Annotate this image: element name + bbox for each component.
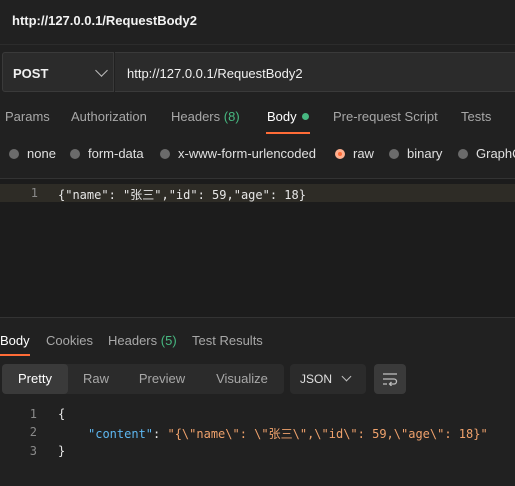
tab-body[interactable]: Body xyxy=(267,109,309,124)
method-select[interactable]: POST xyxy=(2,52,114,92)
format-select[interactable]: JSON xyxy=(290,364,366,394)
radio-label: form-data xyxy=(88,146,144,161)
json-key: "content" xyxy=(88,427,154,441)
radio-selected-icon xyxy=(335,148,345,159)
json-open-brace: { xyxy=(58,407,66,421)
url-input[interactable]: http://127.0.0.1/RequestBody2 xyxy=(115,52,515,92)
request-body-editor[interactable]: 1 {"name": "张三","id": 59,"age": 18} xyxy=(0,178,515,318)
headers-count: (8) xyxy=(223,109,240,124)
view-preview-button[interactable]: Preview xyxy=(124,364,200,394)
radio-label: binary xyxy=(407,146,443,161)
response-tab-test-results[interactable]: Test Results xyxy=(192,333,263,348)
wrap-lines-button[interactable] xyxy=(374,364,406,394)
radio-circle-icon xyxy=(458,148,468,159)
radio-none[interactable]: none xyxy=(9,146,56,161)
request-body-code[interactable]: {"name": "张三","id": 59,"age": 18} xyxy=(58,186,306,203)
modified-dot-icon xyxy=(301,113,309,121)
radio-urlencoded[interactable]: x-www-form-urlencoded xyxy=(160,146,316,161)
method-label: POST xyxy=(13,66,49,81)
radio-label: none xyxy=(27,146,56,161)
radio-form-data[interactable]: form-data xyxy=(70,146,144,161)
request-tab-title[interactable]: http://127.0.0.1/RequestBody2 xyxy=(12,13,197,28)
json-line: "content": "{\"name\": \"张三\",\"id\": 59… xyxy=(88,425,488,442)
response-headers-count: (5) xyxy=(160,333,177,348)
radio-label: x-www-form-urlencoded xyxy=(178,146,316,161)
line-number: 3 xyxy=(29,444,37,458)
format-label: JSON xyxy=(300,372,333,386)
view-visualize-button[interactable]: Visualize xyxy=(200,364,284,394)
request-url-bar: POST http://127.0.0.1/RequestBody2 xyxy=(0,52,515,94)
radio-binary[interactable]: binary xyxy=(389,146,442,161)
radio-label: raw xyxy=(353,146,374,161)
tab-headers-label: Headers xyxy=(171,109,221,124)
json-colon: : xyxy=(153,427,168,441)
line-number: 1 xyxy=(29,407,37,421)
view-pretty-button[interactable]: Pretty xyxy=(2,364,68,394)
response-active-tab-indicator xyxy=(0,354,30,356)
radio-circle-icon xyxy=(389,148,399,159)
json-close-brace: } xyxy=(58,444,66,458)
tab-headers[interactable]: Headers (8) xyxy=(171,109,240,124)
response-body-viewer[interactable]: 1 2 3 { "content": "{\"name\": \"张三\",\"… xyxy=(0,402,515,486)
tab-prerequest-script[interactable]: Pre-request Script xyxy=(333,109,438,124)
response-tab-headers[interactable]: Headers (5) xyxy=(108,333,177,348)
line-number: 2 xyxy=(29,425,37,439)
response-tab-body[interactable]: Body xyxy=(0,333,30,348)
radio-label: GraphQ xyxy=(476,146,515,161)
tab-tests[interactable]: Tests xyxy=(461,109,491,124)
tab-bar: http://127.0.0.1/RequestBody2 xyxy=(0,0,515,45)
radio-circle-icon xyxy=(9,148,19,159)
view-mode-segmented: Pretty Raw Preview Visualize xyxy=(2,364,284,394)
tab-authorization[interactable]: Authorization xyxy=(71,109,147,124)
radio-graphql[interactable]: GraphQ xyxy=(458,146,515,161)
view-raw-button[interactable]: Raw xyxy=(68,364,124,394)
chevron-down-icon xyxy=(341,371,352,382)
radio-circle-icon xyxy=(70,148,80,159)
response-tab-cookies[interactable]: Cookies xyxy=(46,333,93,348)
tab-body-label: Body xyxy=(267,109,297,124)
json-string-value: "{\"name\": \"张三\",\"id\": 59,\"age\": 1… xyxy=(167,427,488,441)
active-tab-indicator xyxy=(266,132,310,134)
response-tab-headers-label: Headers xyxy=(108,333,158,348)
radio-circle-icon xyxy=(160,148,170,159)
wrap-lines-icon xyxy=(383,373,398,386)
url-text: http://127.0.0.1/RequestBody2 xyxy=(127,66,303,81)
chevron-down-icon xyxy=(95,64,108,77)
tab-params[interactable]: Params xyxy=(5,109,50,124)
radio-raw[interactable]: raw xyxy=(335,146,374,161)
line-number: 1 xyxy=(30,186,38,200)
